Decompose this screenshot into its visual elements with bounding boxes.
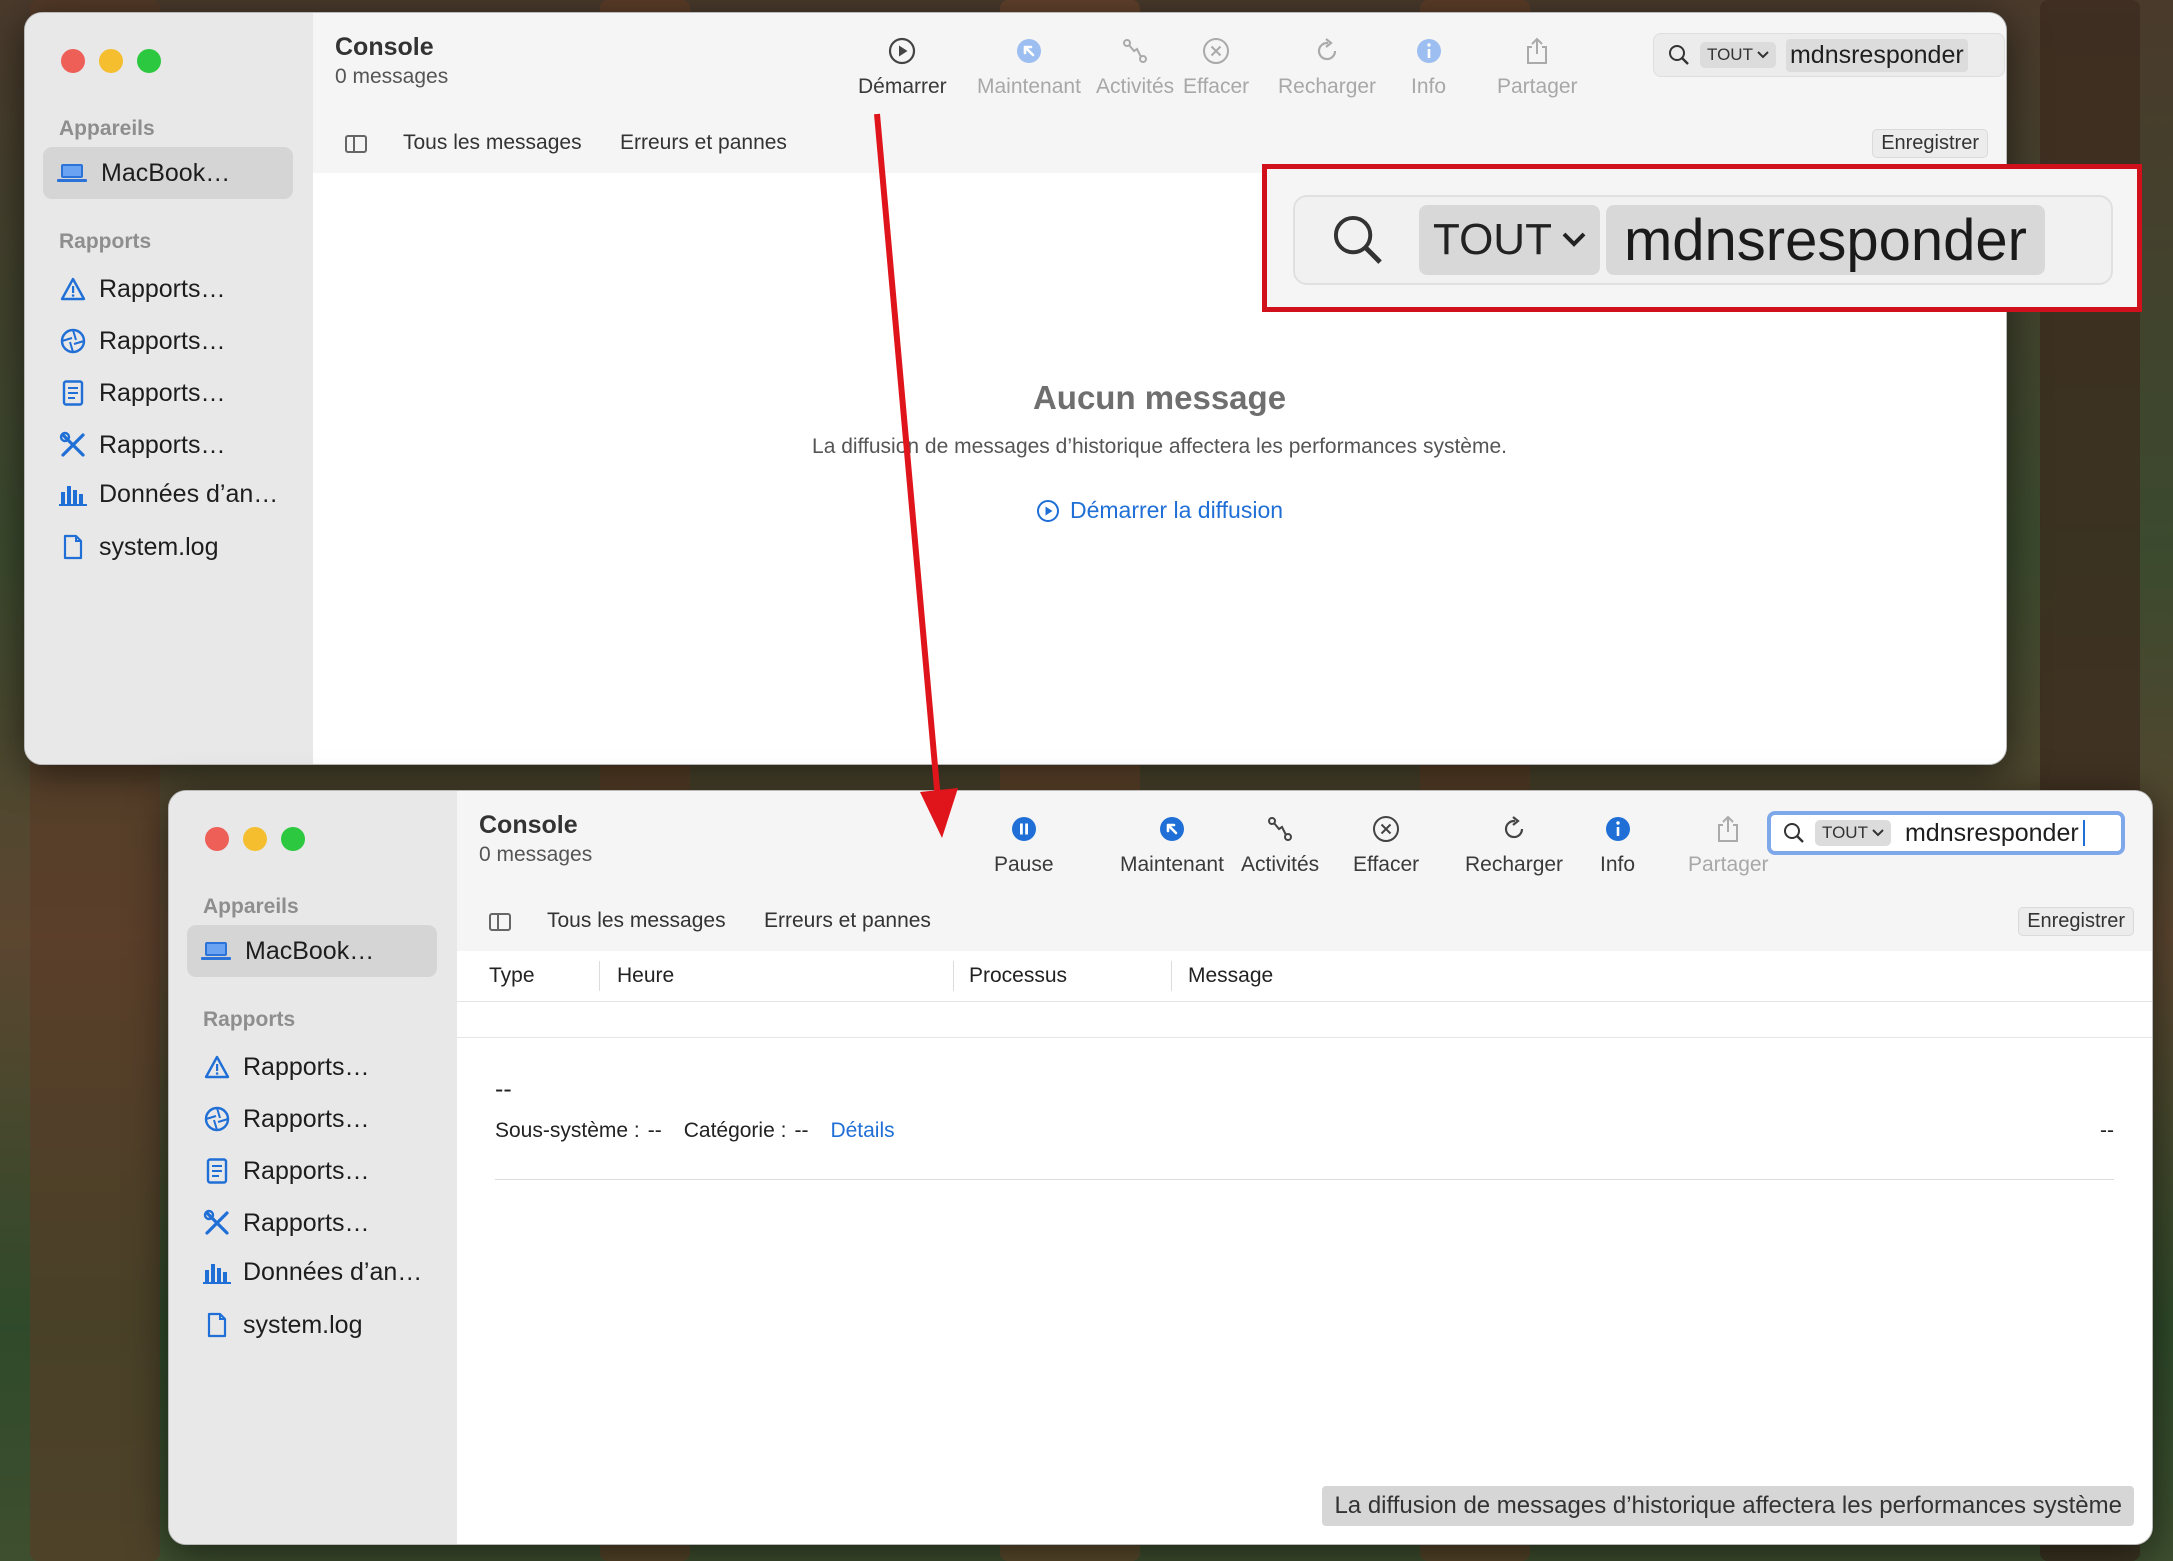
annotation-arrow [874,113,958,838]
